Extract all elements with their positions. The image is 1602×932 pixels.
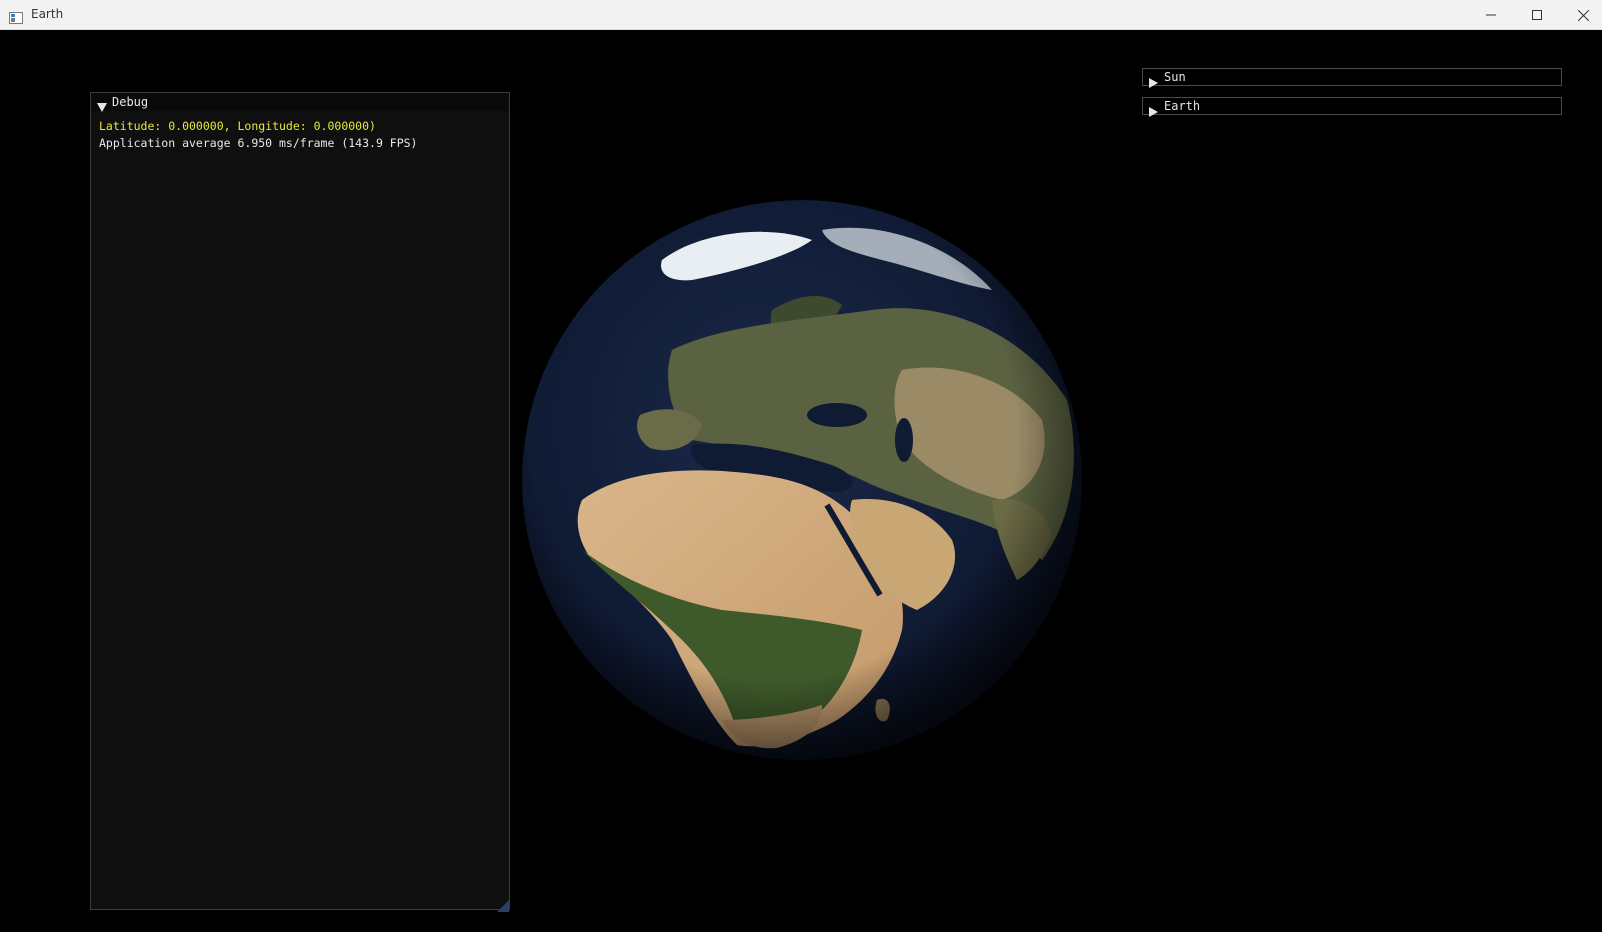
triangle-right-icon <box>1149 73 1158 92</box>
triangle-down-icon <box>97 97 107 116</box>
app-icon <box>9 9 23 24</box>
maximize-button[interactable] <box>1514 0 1560 30</box>
sun-header-label: Sun <box>1164 70 1186 84</box>
debug-panel-header[interactable]: Debug <box>91 93 509 112</box>
minimize-button[interactable] <box>1468 0 1514 30</box>
earth-globe[interactable] <box>522 200 1082 760</box>
close-icon <box>1577 9 1589 21</box>
close-button[interactable] <box>1560 0 1602 30</box>
lat-lon-readout: Latitude: 0.000000, Longitude: 0.000000) <box>99 119 376 133</box>
window-title: Earth <box>31 7 64 21</box>
earth-header-label: Earth <box>1164 99 1201 113</box>
debug-panel-title: Debug <box>112 95 149 109</box>
minimize-icon <box>1486 10 1496 20</box>
window-titlebar: Earth <box>0 0 1602 30</box>
triangle-right-icon <box>1149 102 1158 121</box>
maximize-icon <box>1532 10 1542 20</box>
earth-settings-header[interactable]: Earth <box>1142 97 1562 117</box>
debug-panel: Debug Latitude: 0.000000, Longitude: 0.0… <box>90 92 510 912</box>
fps-readout: Application average 6.950 ms/frame (143.… <box>99 136 418 150</box>
resize-grip-icon[interactable] <box>497 897 509 912</box>
sun-settings-header[interactable]: Sun <box>1142 68 1562 88</box>
